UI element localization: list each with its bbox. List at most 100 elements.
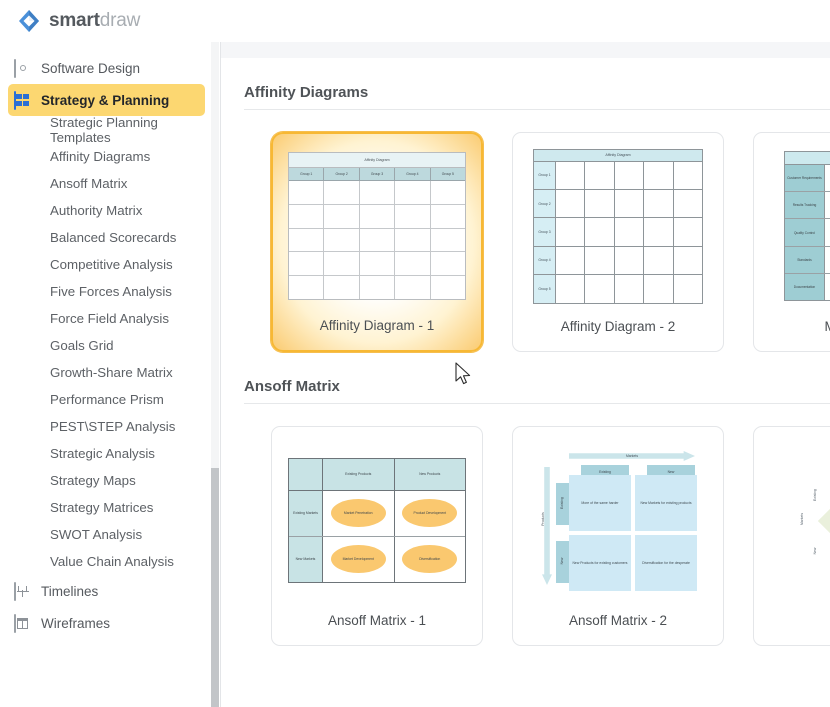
sidebar-subitem-pest-step-analysis[interactable]: PEST\STEP Analysis <box>0 413 213 440</box>
sidebar-subitem-five-forces-analysis[interactable]: Five Forces Analysis <box>0 278 213 305</box>
thumb-row-header: Customer Requirements <box>785 165 825 192</box>
timeline-icon <box>14 581 31 601</box>
thumb-row-header: Group 2 <box>534 189 556 218</box>
sidebar-subitem-strategy-matrices[interactable]: Strategy Matrices <box>0 494 213 521</box>
ansoff-rounded-quadrants: Products Markets Existing New Market Pen… <box>784 445 830 595</box>
sidebar-subitem-swot-analysis[interactable]: SWOT Analysis <box>0 521 213 548</box>
thumb-title-bar <box>785 152 830 165</box>
thumb-row-header: Group 4 <box>534 246 556 275</box>
sidebar-item-label: Strategy & Planning <box>41 92 170 108</box>
thumb-row-header: Results Tracking <box>785 192 825 219</box>
section-divider <box>244 109 830 110</box>
sidebar-subitem-goals-grid[interactable]: Goals Grid <box>0 332 213 359</box>
top-bar: smartdraw <box>0 0 830 42</box>
smartdraw-diamond-logo <box>18 9 40 33</box>
thumb-cell-oval: Market Development <box>330 545 386 573</box>
markets-axis-arrow: Markets <box>569 451 695 461</box>
gallery-top-band <box>221 42 830 58</box>
thumb-corner-cell <box>289 458 323 490</box>
markets-label: Markets <box>800 512 804 526</box>
thumb-row-header: New <box>556 541 569 583</box>
thumb-col-header: Existing Products <box>323 458 395 490</box>
thumb-header-row: Group 1 Group 2 Group 3 Group 4 Group 5 <box>289 168 466 181</box>
sidebar: Software Design Strategy & Planning Stra… <box>0 42 221 707</box>
card-row-ansoff: Existing Products New Products Existing … <box>221 426 830 646</box>
thumb-title: Affinity Diagram <box>534 149 702 162</box>
thumb-row-header: Group 5 <box>534 275 556 303</box>
thumbnail-ansoff-matrix-1: Existing Products New Products Existing … <box>272 427 482 613</box>
sidebar-subitem-strategy-maps[interactable]: Strategy Maps <box>0 467 213 494</box>
template-card-label: Affinity Diagram - 1 <box>319 318 435 333</box>
thumbnail-affinity-diagram-1: Affinity Diagram Group 1 Group 2 Group 3… <box>273 134 481 318</box>
sidebar-subitem-ansoff-matrix[interactable]: Ansoff Matrix <box>0 170 213 197</box>
sidebar-sublist: Strategic Planning Templates Affinity Di… <box>0 115 213 575</box>
thumb-row-header: Existing <box>556 483 569 525</box>
thumb-quadrant: New Products for existing customers <box>569 535 631 591</box>
thumb-row-header: New Markets <box>289 536 323 582</box>
thumb-quadrant: Diversification for the desperate <box>635 535 697 591</box>
thumb-header-row: Existing Products New Products <box>289 458 465 491</box>
section-title-ansoff-matrix: Ansoff Matrix <box>244 378 340 395</box>
sidebar-subitem-value-chain-analysis[interactable]: Value Chain Analysis <box>0 548 213 575</box>
wireframe-icon <box>14 613 31 633</box>
sidebar-scroll-content: Software Design Strategy & Planning Stra… <box>0 42 213 639</box>
thumb-body <box>289 181 465 299</box>
brand-text-draw: draw <box>99 10 141 31</box>
template-card-ansoff-matrix-3[interactable]: Products Markets Existing New Market Pen… <box>753 426 830 646</box>
sidebar-subitem-affinity-diagrams[interactable]: Affinity Diagrams <box>0 143 213 170</box>
thumb-title: Affinity Diagram <box>289 153 465 168</box>
thumb-cell: Conduct Periodic Reviews <box>825 219 830 245</box>
template-card-affinity-diagram-2[interactable]: Affinity Diagram Group 1 Group 2 Group 3… <box>512 132 724 352</box>
thumb-quadrant: New Markets for existing products <box>635 475 697 531</box>
sidebar-scrollbar-track[interactable] <box>211 42 219 707</box>
thumb-row-header: Group 1 <box>534 161 556 189</box>
thumb-cell-oval: Product Development <box>402 499 458 527</box>
sidebar-item-timelines[interactable]: Timelines <box>8 575 205 607</box>
brand-logo[interactable]: smartdraw <box>18 9 140 33</box>
thumbnail-ansoff-matrix-2: Markets Products Existing New Existing N… <box>513 427 723 613</box>
thumb-row: New Markets Market Development Diversifi… <box>289 536 465 582</box>
template-gallery: Affinity Diagrams Affinity Diagram Group… <box>221 42 830 707</box>
thumb-row-header: Existing <box>813 489 817 501</box>
section-divider <box>244 403 830 404</box>
thumb-body: Group 1 Group 2 Group 3 Group 4 Group 5 <box>534 161 702 303</box>
sidebar-item-strategy-planning[interactable]: Strategy & Planning <box>8 84 205 116</box>
center-diamond <box>817 506 830 536</box>
thumbnail-affinity-diagram-2: Affinity Diagram Group 1 Group 2 Group 3… <box>513 133 723 319</box>
sidebar-item-software-design[interactable]: Software Design <box>8 52 205 84</box>
sidebar-subitem-force-field-analysis[interactable]: Force Field Analysis <box>0 305 213 332</box>
sidebar-subitem-competitive-analysis[interactable]: Competitive Analysis <box>0 251 213 278</box>
ansoff-grid: Existing Products New Products Existing … <box>288 457 466 583</box>
sidebar-item-label: Software Design <box>41 60 141 76</box>
grid-squares-icon <box>14 90 31 110</box>
sidebar-subitem-strategic-planning-templates[interactable]: Strategic Planning Templates <box>0 115 213 145</box>
gallery-content: Affinity Diagrams Affinity Diagram Group… <box>221 58 830 646</box>
thumb-col-header: Group 2 <box>324 168 360 181</box>
sidebar-subitem-performance-prism[interactable]: Performance Prism <box>0 386 213 413</box>
template-card-label: Ansoff Matrix - 2 <box>568 613 668 628</box>
sidebar-item-wireframes[interactable]: Wireframes <box>8 607 205 639</box>
brand-text-smart: smart <box>49 10 100 31</box>
thumb-row-header: New <box>813 547 817 555</box>
thumb-col-header: Group 3 <box>359 168 396 181</box>
affinity-grid-row-headers: Affinity Diagram Group 1 Group 2 Group 3… <box>533 148 703 304</box>
sidebar-scrollbar-thumb[interactable] <box>211 467 219 707</box>
ansoff-quadrants: Markets Products Existing New Existing N… <box>534 445 702 595</box>
template-card-affinity-diagram-1[interactable]: Affinity Diagram Group 1 Group 2 Group 3… <box>271 132 483 352</box>
thumb-cell: Record Quality Improvement Goals <box>825 192 830 218</box>
thumb-col-header: New Products <box>394 458 465 490</box>
thumb-row-header: Group 3 <box>534 218 556 246</box>
thumb-cell: Complete Issues Checklist <box>825 274 830 300</box>
sidebar-subitem-growth-share-matrix[interactable]: Growth-Share Matrix <box>0 359 213 386</box>
sidebar-subitem-balanced-scorecards[interactable]: Balanced Scorecards <box>0 224 213 251</box>
smartdraw-template-browser: smartdraw Software Design Strategy & Pla… <box>0 0 830 707</box>
sidebar-subitem-strategic-analysis[interactable]: Strategic Analysis <box>0 440 213 467</box>
template-card-maintaining[interactable]: Customer RequirementsUnderstand Project … <box>753 132 830 352</box>
thumb-row-header: Quality Control <box>785 219 825 246</box>
thumb-row-header: Standards <box>785 246 825 273</box>
sidebar-subitem-authority-matrix[interactable]: Authority Matrix <box>0 197 213 224</box>
thumb-col-header: Group 4 <box>395 168 431 181</box>
template-card-ansoff-matrix-1[interactable]: Existing Products New Products Existing … <box>271 426 483 646</box>
thumb-col-header: Group 5 <box>430 168 466 181</box>
template-card-ansoff-matrix-2[interactable]: Markets Products Existing New Existing N… <box>512 426 724 646</box>
